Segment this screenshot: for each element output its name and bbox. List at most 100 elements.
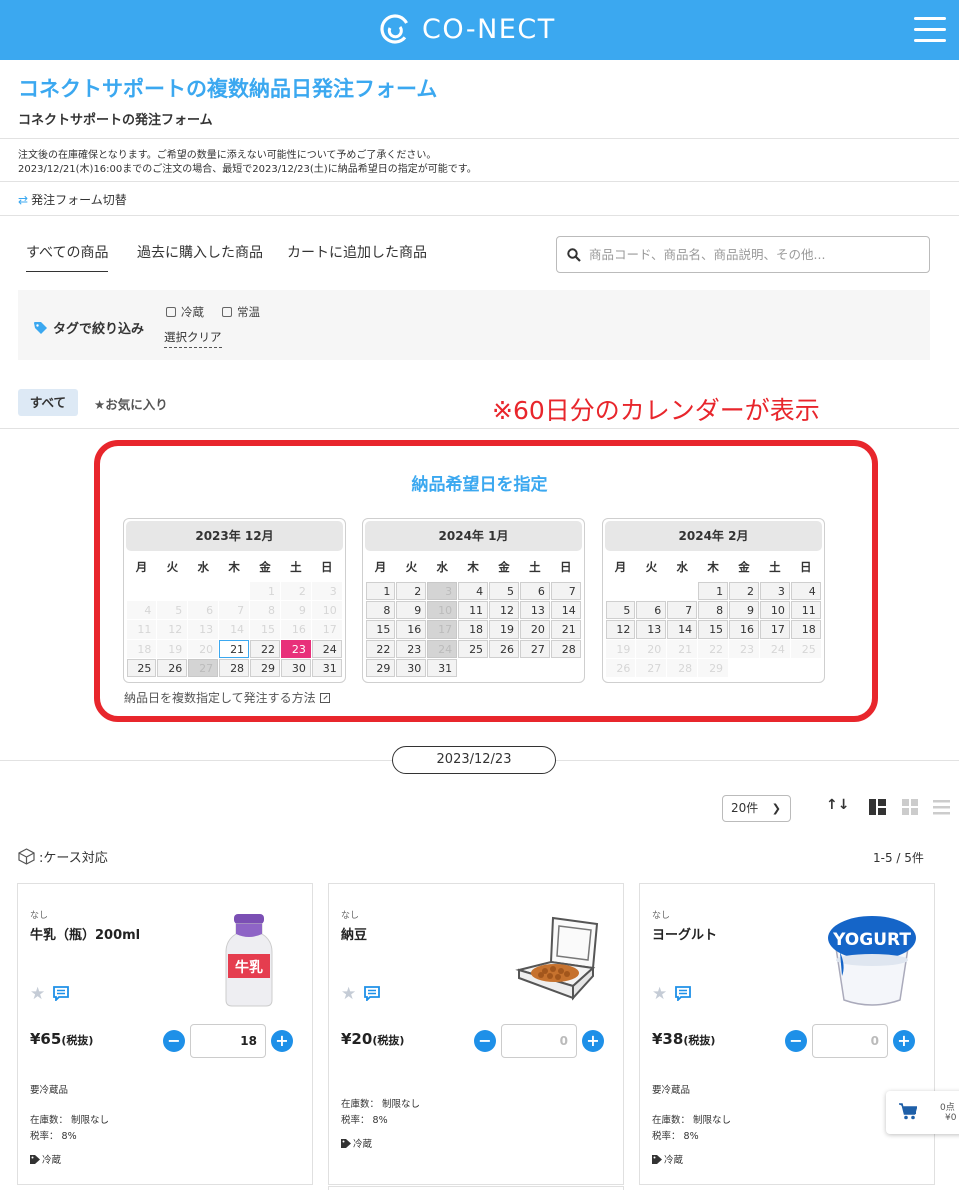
calendar-day[interactable]: 1	[698, 581, 729, 600]
decrement-button[interactable]: −	[163, 1030, 185, 1052]
calendar-day[interactable]: 1	[365, 581, 396, 600]
selected-date-pill[interactable]: 2023/12/23	[392, 746, 556, 774]
search-box[interactable]	[556, 236, 930, 273]
favorite-star-icon[interactable]: ★	[341, 984, 356, 1004]
calendar-day[interactable]: 17	[759, 620, 790, 639]
calendar-day[interactable]: 6	[519, 581, 550, 600]
calendar-day[interactable]: 30	[280, 659, 311, 678]
view-list-icon[interactable]	[933, 799, 950, 815]
calendar-day[interactable]: 30	[396, 659, 427, 678]
calendar-day[interactable]: 19	[489, 620, 519, 639]
clear-selection-link[interactable]: 選択クリア	[164, 329, 222, 348]
quantity-stepper[interactable]: − +	[474, 1024, 604, 1058]
calendar-day-selected[interactable]: 23	[280, 639, 311, 659]
brand-logo[interactable]: CO-NECT	[378, 12, 556, 46]
calendar-day[interactable]: 11	[790, 600, 821, 620]
calendar-day[interactable]: 14	[550, 600, 581, 620]
calendar-day[interactable]: 29	[365, 659, 396, 678]
calendar-day[interactable]: 8	[698, 600, 729, 620]
calendar-day[interactable]: 12	[605, 620, 636, 639]
calendar-day[interactable]: 25	[458, 639, 489, 659]
calendar-day[interactable]: 6	[636, 600, 667, 620]
calendar-day[interactable]: 3	[759, 581, 790, 600]
checkbox-box[interactable]	[166, 307, 176, 317]
calendar-day[interactable]: 18	[790, 620, 821, 639]
calendar-day[interactable]: 11	[458, 600, 489, 620]
checkbox-chilled[interactable]: 冷蔵	[166, 304, 204, 320]
view-grid-icon[interactable]	[902, 799, 918, 815]
calendar-day[interactable]: 15	[365, 620, 396, 639]
decrement-button[interactable]: −	[785, 1030, 807, 1052]
calendar-day[interactable]: 28	[219, 659, 250, 678]
quantity-input[interactable]	[501, 1024, 577, 1058]
list-tab-favorites[interactable]: ★お気に入り	[94, 394, 168, 413]
sort-icon[interactable]: ↑↓	[826, 797, 849, 813]
calendar-day[interactable]: 13	[636, 620, 667, 639]
calendar-day[interactable]: 27	[519, 639, 550, 659]
calendar-day[interactable]: 16	[396, 620, 427, 639]
per-page-select[interactable]: 20件 ❯	[722, 795, 791, 822]
calendar-day[interactable]: 5	[489, 581, 519, 600]
quantity-input[interactable]	[812, 1024, 888, 1058]
product-card[interactable]: なし ヨーグルト YOGURT ★ ¥38(税抜) − + 要冷蔵品 在庫数： …	[639, 883, 935, 1185]
calendar-day[interactable]: 9	[729, 600, 759, 620]
calendar-day[interactable]: 29	[250, 659, 280, 678]
checkbox-ambient[interactable]: 常温	[222, 304, 260, 320]
tab-all-products[interactable]: すべての商品	[26, 242, 109, 272]
view-card-icon[interactable]	[869, 799, 886, 815]
tab-cart-products[interactable]: カートに追加した商品	[287, 242, 427, 262]
calendar-day[interactable]: 13	[519, 600, 550, 620]
memo-icon[interactable]	[53, 986, 69, 1001]
product-card[interactable]: なし 納豆 ★ ¥20(税抜) − + 在庫数： 制限なし 税率： 8% 冷蔵	[328, 883, 624, 1185]
memo-icon[interactable]	[364, 986, 380, 1001]
quantity-stepper[interactable]: − +	[163, 1024, 293, 1058]
calendar-day[interactable]: 24	[311, 639, 342, 659]
calendar-day[interactable]: 18	[458, 620, 489, 639]
list-tab-all[interactable]: すべて	[18, 389, 78, 416]
favorite-star-icon[interactable]: ★	[30, 984, 45, 1004]
form-switch-link[interactable]: ⇄ 発注フォーム切替	[18, 191, 127, 208]
calendar-blank	[636, 581, 667, 600]
calendar-day[interactable]: 25	[126, 659, 157, 678]
checkbox-box[interactable]	[222, 307, 232, 317]
calendar-day[interactable]: 12	[489, 600, 519, 620]
calendar-day[interactable]: 7	[667, 600, 698, 620]
calendar-day[interactable]: 4	[458, 581, 489, 600]
tab-purchased-products[interactable]: 過去に購入した商品	[137, 242, 263, 262]
product-card[interactable]: なし 牛乳（瓶）200ml 牛乳 ★ ¥65(税抜) − + 要冷蔵品 在庫数：…	[17, 883, 313, 1185]
calendar-day-today[interactable]: 21	[219, 639, 250, 659]
menu-icon[interactable]	[914, 17, 946, 43]
search-input[interactable]	[589, 247, 909, 262]
calendar-day[interactable]: 26	[489, 639, 519, 659]
calendar-day[interactable]: 15	[698, 620, 729, 639]
increment-button[interactable]: +	[271, 1030, 293, 1052]
calendar-day[interactable]: 10	[759, 600, 790, 620]
calendar-day[interactable]: 22	[365, 639, 396, 659]
calendar-day[interactable]: 14	[667, 620, 698, 639]
calendar-day[interactable]: 22	[250, 639, 280, 659]
calendar-day[interactable]: 4	[790, 581, 821, 600]
calendar-day[interactable]: 16	[729, 620, 759, 639]
calendar-day[interactable]: 31	[311, 659, 342, 678]
calendar-day[interactable]: 26	[157, 659, 188, 678]
quantity-stepper[interactable]: − +	[785, 1024, 915, 1058]
increment-button[interactable]: +	[893, 1030, 915, 1052]
calendar-day[interactable]: 28	[550, 639, 581, 659]
calendar-day[interactable]: 5	[605, 600, 636, 620]
decrement-button[interactable]: −	[474, 1030, 496, 1052]
calendar-day[interactable]: 31	[427, 659, 458, 678]
quantity-input[interactable]	[190, 1024, 266, 1058]
increment-button[interactable]: +	[582, 1030, 604, 1052]
calendar-day[interactable]: 8	[365, 600, 396, 620]
memo-icon[interactable]	[675, 986, 691, 1001]
calendar-day[interactable]: 21	[550, 620, 581, 639]
calendar-day[interactable]: 2	[396, 581, 427, 600]
favorite-star-icon[interactable]: ★	[652, 984, 667, 1004]
calendar-day[interactable]: 7	[550, 581, 581, 600]
calendar-help-link[interactable]: 納品日を複数指定して発注する方法	[124, 689, 330, 706]
calendar-day[interactable]: 2	[729, 581, 759, 600]
floating-cart-button[interactable]: 0点 ¥0	[886, 1091, 959, 1134]
calendar-day[interactable]: 20	[519, 620, 550, 639]
calendar-day[interactable]: 9	[396, 600, 427, 620]
calendar-day[interactable]: 23	[396, 639, 427, 659]
